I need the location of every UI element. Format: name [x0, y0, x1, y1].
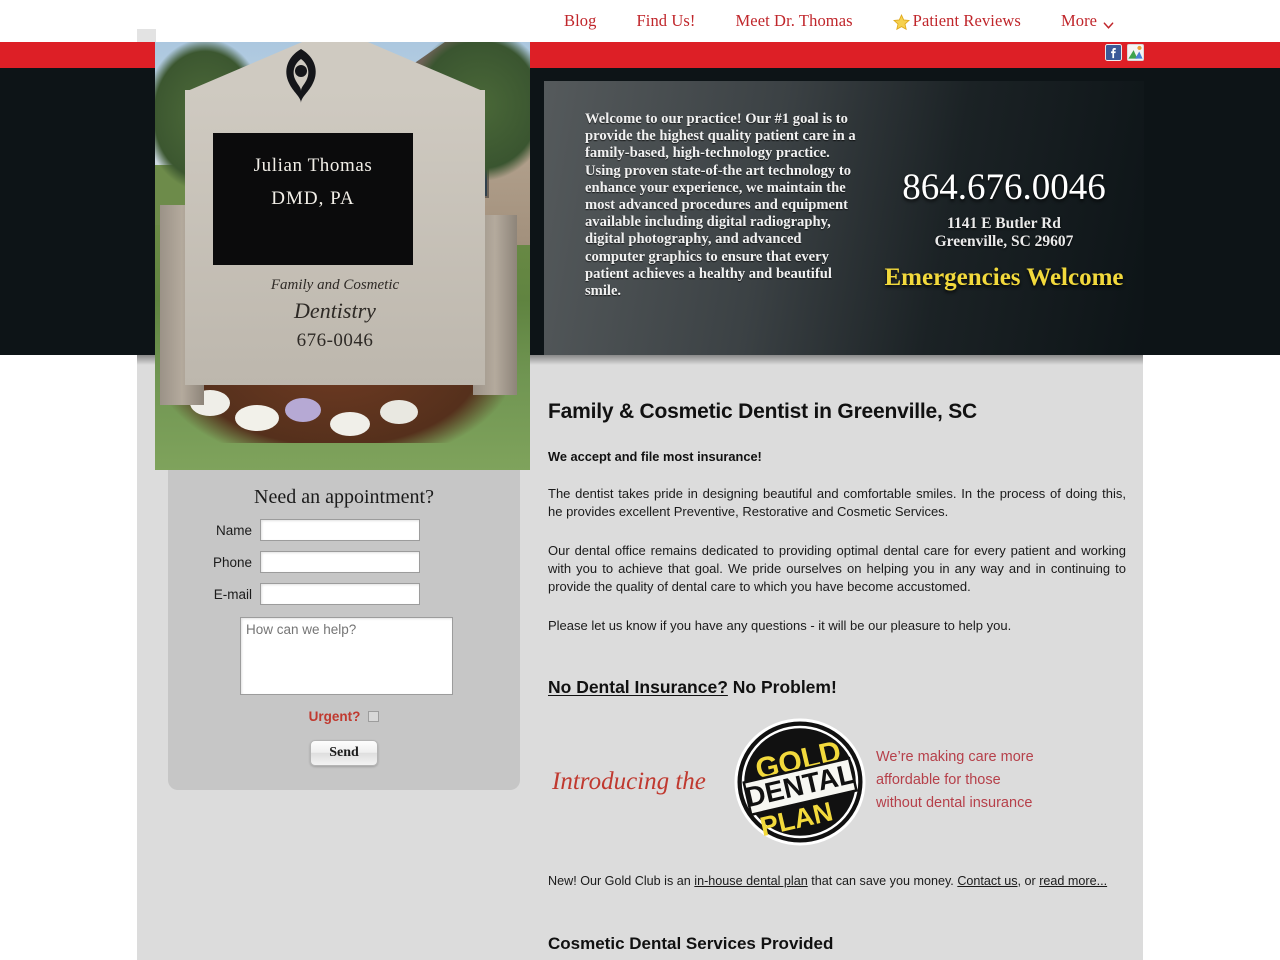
appointment-form-panel: Need an appointment? Name Phone E-mail U… — [168, 470, 520, 790]
social-icon-group — [1105, 44, 1144, 61]
sign-degree: DMD, PA — [271, 188, 355, 209]
office-sign-photo: Julian Thomas DMD, PA Family and Cosmeti… — [155, 0, 530, 470]
practice-logo-icon — [273, 45, 329, 107]
facebook-icon[interactable] — [1105, 44, 1122, 61]
hero-welcome-panel: Welcome to our practice! Our #1 goal is … — [544, 81, 1144, 355]
email-input[interactable] — [260, 583, 420, 605]
page-title: Family & Cosmetic Dentist in Greenville,… — [548, 400, 978, 423]
form-row-name: Name — [168, 519, 520, 541]
address-line-2: Greenville, SC 29607 — [934, 233, 1074, 250]
urgent-row: Urgent? — [168, 709, 520, 724]
nav-item-more[interactable]: More — [1041, 11, 1134, 31]
nav-item-blog[interactable]: Blog — [544, 11, 617, 31]
form-row-email: E-mail — [168, 583, 520, 605]
in-house-plan-link[interactable]: in-house dental plan — [694, 874, 807, 888]
gold-copy-line-2: affordable for those — [876, 772, 1001, 788]
nav-item-label: Blog — [564, 11, 597, 30]
read-more-link[interactable]: read more... — [1039, 874, 1107, 888]
nav-item-patient-reviews[interactable]: Patient Reviews — [873, 11, 1041, 31]
photo-flower — [285, 398, 321, 422]
message-textarea[interactable] — [240, 617, 453, 695]
photo-flower — [330, 412, 370, 436]
services-heading: Cosmetic Dental Services Provided — [548, 934, 834, 953]
gold-copy-line-3: without dental insurance — [876, 795, 1033, 811]
gold-note-text-b: that can save you money. — [807, 874, 958, 888]
hero-welcome-text: Welcome to our practice! Our #1 goal is … — [585, 111, 856, 300]
chevron-down-icon — [1103, 16, 1114, 29]
hero-contact-block: 864.676.0046 1141 E Butler Rd Greenville… — [874, 166, 1134, 292]
sign-phone: 676-0046 — [296, 330, 374, 351]
main-article: Family & Cosmetic Dentist in Greenville,… — [548, 400, 1126, 960]
nav-item-label: Meet Dr. Thomas — [735, 11, 853, 30]
address-line-1: 1141 E Butler Rd — [947, 215, 1061, 232]
no-insurance-link[interactable]: No Dental Insurance? — [548, 677, 728, 697]
nav-item-find-us[interactable]: Find Us! — [617, 11, 716, 31]
nav-item-meet-dr-thomas[interactable]: Meet Dr. Thomas — [716, 11, 873, 31]
contact-us-link[interactable]: Contact us — [957, 874, 1017, 888]
gold-note-text-a: New! Our Gold Club is an — [548, 874, 695, 888]
form-row-phone: Phone — [168, 551, 520, 573]
gold-plan-copy: We’re making care more affordable for th… — [876, 746, 1106, 815]
photo-flower — [235, 405, 279, 431]
nav-item-label: More — [1060, 11, 1098, 30]
google-maps-icon[interactable] — [1127, 44, 1144, 61]
email-label: E-mail — [213, 586, 252, 602]
send-button-wrapper: Send — [168, 740, 520, 766]
phone-input[interactable] — [260, 551, 420, 573]
hero-address: 1141 E Butler Rd Greenville, SC 29607 — [874, 215, 1134, 251]
paragraph-1: The dentist takes pride in designing bea… — [548, 486, 1126, 519]
no-insurance-rest: No Problem! — [727, 677, 837, 697]
paragraph-2: Our dental office remains dedicated to p… — [548, 543, 1126, 594]
nav-left-nub — [137, 29, 156, 42]
form-title: Need an appointment? — [254, 486, 434, 508]
insurance-note: We accept and file most insurance! — [548, 449, 762, 464]
name-input[interactable] — [260, 519, 420, 541]
emergencies-welcome-text: Emergencies Welcome — [884, 264, 1124, 291]
nav-list: Blog Find Us! Meet Dr. Thomas Patient Re… — [544, 0, 1134, 42]
star-icon — [892, 13, 910, 31]
photo-flower — [380, 400, 418, 424]
gold-note-text-c: , or — [1017, 874, 1040, 888]
hero-phone-number[interactable]: 864.676.0046 — [874, 166, 1134, 209]
top-navigation-bar: Blog Find Us! Meet Dr. Thomas Patient Re… — [0, 0, 1280, 42]
nav-item-label: Patient Reviews — [912, 11, 1021, 30]
sign-practice-name: Julian Thomas — [253, 155, 373, 176]
urgent-label: Urgent? — [308, 709, 361, 724]
gold-club-note: New! Our Gold Club is an in-house dental… — [548, 874, 1126, 888]
send-button[interactable]: Send — [310, 740, 378, 766]
gold-plan-block: Introducing the GOLD DENTAL PLAN We’re m… — [548, 716, 1126, 856]
sign-tagline-2: Dentistry — [294, 298, 376, 323]
no-insurance-heading: No Dental Insurance? No Problem! — [548, 677, 1126, 698]
phone-label: Phone — [212, 554, 252, 570]
gold-dental-plan-logo: GOLD DENTAL PLAN — [734, 716, 866, 848]
urgent-checkbox[interactable] — [368, 711, 380, 722]
page-root: Blog Find Us! Meet Dr. Thomas Patient Re… — [0, 0, 1280, 960]
gold-copy-line-1: We’re making care more — [876, 749, 1034, 765]
sign-tagline-1: Family and Cosmetic — [270, 277, 400, 293]
paragraph-3: Please let us know if you have any quest… — [548, 618, 1012, 633]
name-label: Name — [215, 522, 252, 538]
introducing-text: Introducing the — [552, 768, 706, 795]
nav-item-label: Find Us! — [636, 11, 696, 30]
